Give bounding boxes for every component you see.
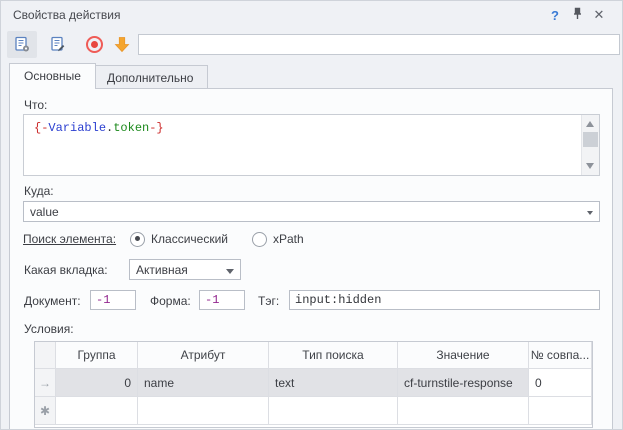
document-label: Документ:	[24, 294, 81, 308]
tag-label: Тэг:	[258, 294, 279, 308]
what-token: {-Variable.token-}	[34, 121, 164, 135]
help-icon[interactable]: ?	[544, 8, 566, 23]
conditions-table: Группа Атрибут Тип поиска Значение № сов…	[34, 341, 593, 428]
scroll-up-icon[interactable]	[586, 121, 594, 127]
action-settings-button[interactable]	[7, 31, 37, 58]
cell-attribute[interactable]	[138, 397, 269, 425]
row-marker-arrow-icon: →	[35, 369, 56, 397]
chevron-down-icon	[587, 211, 593, 215]
window-title: Свойства действия	[13, 8, 544, 22]
document-input[interactable]	[90, 290, 136, 310]
table-header: Группа Атрибут Тип поиска Значение № сов…	[35, 342, 592, 369]
close-icon[interactable]: ✕	[588, 7, 610, 23]
tab-panel: Что: {-Variable.token-} Куда: value Поис…	[9, 88, 613, 430]
radio-xpath-label[interactable]: xPath	[273, 232, 304, 246]
cell-search-type[interactable]: text	[269, 369, 398, 397]
what-label: Что:	[24, 98, 47, 112]
textarea-scrollbar[interactable]	[581, 115, 599, 175]
form-label: Форма:	[150, 294, 191, 308]
action-properties-dialog: Свойства действия ? ✕	[0, 0, 623, 430]
title-bar: Свойства действия ? ✕	[1, 1, 622, 29]
tab-kind-value: Активная	[136, 263, 188, 277]
tag-input[interactable]	[289, 290, 600, 310]
tab-additional[interactable]: Дополнительно	[92, 65, 208, 89]
insert-value-button[interactable]	[107, 31, 137, 58]
row-marker-new-icon: ✱	[35, 397, 56, 425]
header-selector-cell	[35, 342, 56, 369]
where-select-value: value	[30, 205, 59, 219]
action-edit-button[interactable]	[43, 31, 73, 58]
cell-match[interactable]	[529, 397, 592, 425]
cell-search-type[interactable]	[269, 397, 398, 425]
tab-kind-label: Какая вкладка:	[24, 263, 108, 277]
radio-xpath[interactable]	[252, 232, 267, 247]
down-arrow-icon	[114, 36, 130, 53]
toolbar	[1, 29, 622, 61]
cell-group[interactable]	[56, 397, 138, 425]
cell-value[interactable]: cf-turnstile-response	[398, 369, 529, 397]
form-input[interactable]	[199, 290, 245, 310]
what-textarea[interactable]: {-Variable.token-}	[23, 114, 600, 176]
scroll-down-icon[interactable]	[586, 163, 594, 169]
radio-classic-label[interactable]: Классический	[151, 232, 228, 246]
table-row-new[interactable]: ✱	[35, 397, 592, 425]
tab-main[interactable]: Основные	[9, 63, 96, 89]
header-value[interactable]: Значение	[398, 342, 529, 369]
tab-kind-select[interactable]: Активная	[129, 259, 241, 280]
cell-attribute[interactable]: name	[138, 369, 269, 397]
cell-match[interactable]: 0	[529, 369, 592, 397]
where-select[interactable]: value	[23, 201, 600, 222]
cell-value[interactable]	[398, 397, 529, 425]
header-attribute[interactable]: Атрибут	[138, 342, 269, 369]
pin-icon[interactable]	[566, 7, 588, 23]
cell-group[interactable]: 0	[56, 369, 138, 397]
record-button[interactable]	[79, 31, 109, 58]
header-group[interactable]: Группа	[56, 342, 138, 369]
header-match[interactable]: № совпа...	[529, 342, 592, 369]
table-row[interactable]: → 0 name text cf-turnstile-response 0	[35, 369, 592, 397]
radio-classic[interactable]	[130, 232, 145, 247]
conditions-label: Условия:	[24, 322, 74, 336]
document-pencil-icon	[50, 36, 67, 53]
record-icon	[86, 36, 103, 53]
chevron-down-icon	[226, 269, 234, 274]
toolbar-input[interactable]	[138, 34, 620, 55]
where-label: Куда:	[24, 184, 54, 198]
scroll-thumb[interactable]	[583, 132, 598, 147]
element-search-row: Поиск элемента: Классический xPath	[23, 231, 304, 247]
header-search-type[interactable]: Тип поиска	[269, 342, 398, 369]
document-gear-icon	[14, 36, 31, 53]
element-search-label[interactable]: Поиск элемента:	[23, 232, 116, 246]
